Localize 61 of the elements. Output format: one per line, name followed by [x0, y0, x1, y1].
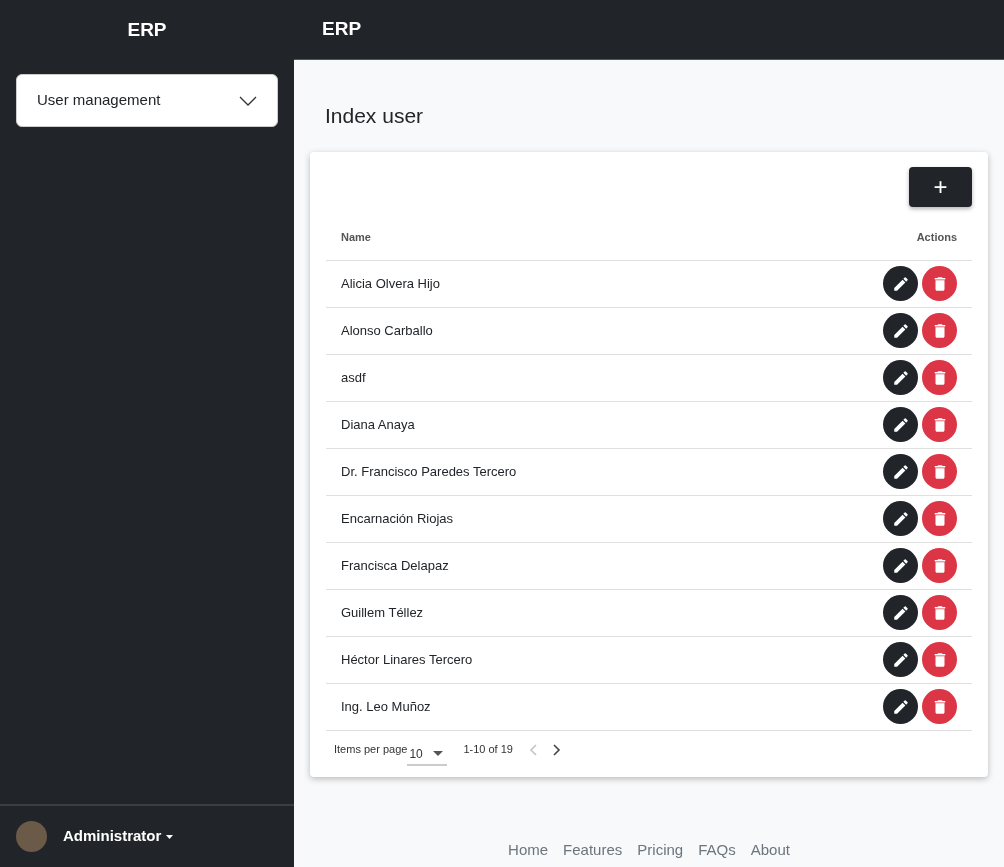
- delete-button[interactable]: [922, 266, 957, 301]
- chevron-left-icon: [528, 744, 537, 757]
- pencil-icon: [891, 321, 910, 340]
- pencil-icon: [891, 462, 910, 481]
- pencil-icon: [891, 697, 910, 716]
- caret-icon: [165, 835, 173, 840]
- pencil-icon: [891, 368, 910, 387]
- table-cell-text: Dr. Francisco Paredes Tercero: [341, 462, 517, 481]
- delete-button[interactable]: [922, 595, 957, 630]
- edit-button[interactable]: [883, 642, 918, 677]
- footer-link[interactable]: Pricing: [637, 838, 684, 861]
- avatar-placeholder: [16, 821, 47, 852]
- paginator-range: 1-10 of 19: [463, 742, 513, 758]
- edit-button[interactable]: [883, 313, 918, 348]
- delete-button[interactable]: [922, 313, 957, 348]
- table-cell-text: Alonso Carballo: [341, 321, 433, 340]
- edit-button[interactable]: [883, 407, 918, 442]
- edit-button[interactable]: [883, 501, 918, 536]
- delete-button[interactable]: [922, 642, 957, 677]
- page-size-select[interactable]: 10: [407, 733, 448, 766]
- chevron-right-icon: [552, 744, 561, 757]
- table-cell-text: Francisca Delapaz: [341, 556, 449, 575]
- table-cell-text: Héctor Linares Tercero: [341, 650, 473, 669]
- delete-button[interactable]: [922, 689, 957, 724]
- footer-link[interactable]: Home: [508, 838, 549, 861]
- delete-button[interactable]: [922, 454, 957, 489]
- table-cell-text: Encarnación Riojas: [341, 509, 453, 528]
- edit-button[interactable]: [883, 689, 918, 724]
- menu-dropdown[interactable]: User management: [16, 74, 278, 127]
- table-cell-text: asdf: [341, 368, 366, 387]
- footer-link[interactable]: FAQs: [698, 838, 736, 861]
- delete-button[interactable]: [922, 407, 957, 442]
- column-header: Actions: [916, 229, 957, 245]
- table-cell-text: Ing. Leo Muñoz: [341, 697, 431, 716]
- add-button[interactable]: +: [909, 166, 972, 207]
- table-cell-text: Diana Anaya: [341, 415, 415, 434]
- pencil-icon: [891, 415, 910, 434]
- caret-icon: [432, 751, 443, 756]
- table-cell-text: Guillem Téllez: [341, 603, 424, 622]
- page-title: Index user: [325, 103, 425, 129]
- pencil-icon: [891, 556, 910, 575]
- delete-button[interactable]: [922, 501, 957, 536]
- sidebar-brand: ERP: [127, 17, 167, 42]
- footer-link[interactable]: Features: [563, 838, 623, 861]
- topbar-title: ERP: [322, 17, 362, 42]
- footer-link[interactable]: About: [750, 838, 790, 861]
- paginator-label: Items per page: [334, 742, 408, 758]
- edit-button[interactable]: [883, 595, 918, 630]
- pencil-icon: [891, 603, 910, 622]
- user-menu[interactable]: Administrator: [63, 825, 173, 848]
- column-header: Name: [341, 229, 371, 245]
- pencil-icon: [891, 509, 910, 528]
- pencil-icon: [891, 650, 910, 669]
- edit-button[interactable]: [883, 454, 918, 489]
- delete-button[interactable]: [922, 360, 957, 395]
- edit-button[interactable]: [883, 548, 918, 583]
- pencil-icon: [891, 274, 910, 293]
- edit-button[interactable]: [883, 266, 918, 301]
- edit-button[interactable]: [883, 360, 918, 395]
- delete-button[interactable]: [922, 548, 957, 583]
- table-cell-text: Alicia Olvera Hijo: [341, 274, 440, 293]
